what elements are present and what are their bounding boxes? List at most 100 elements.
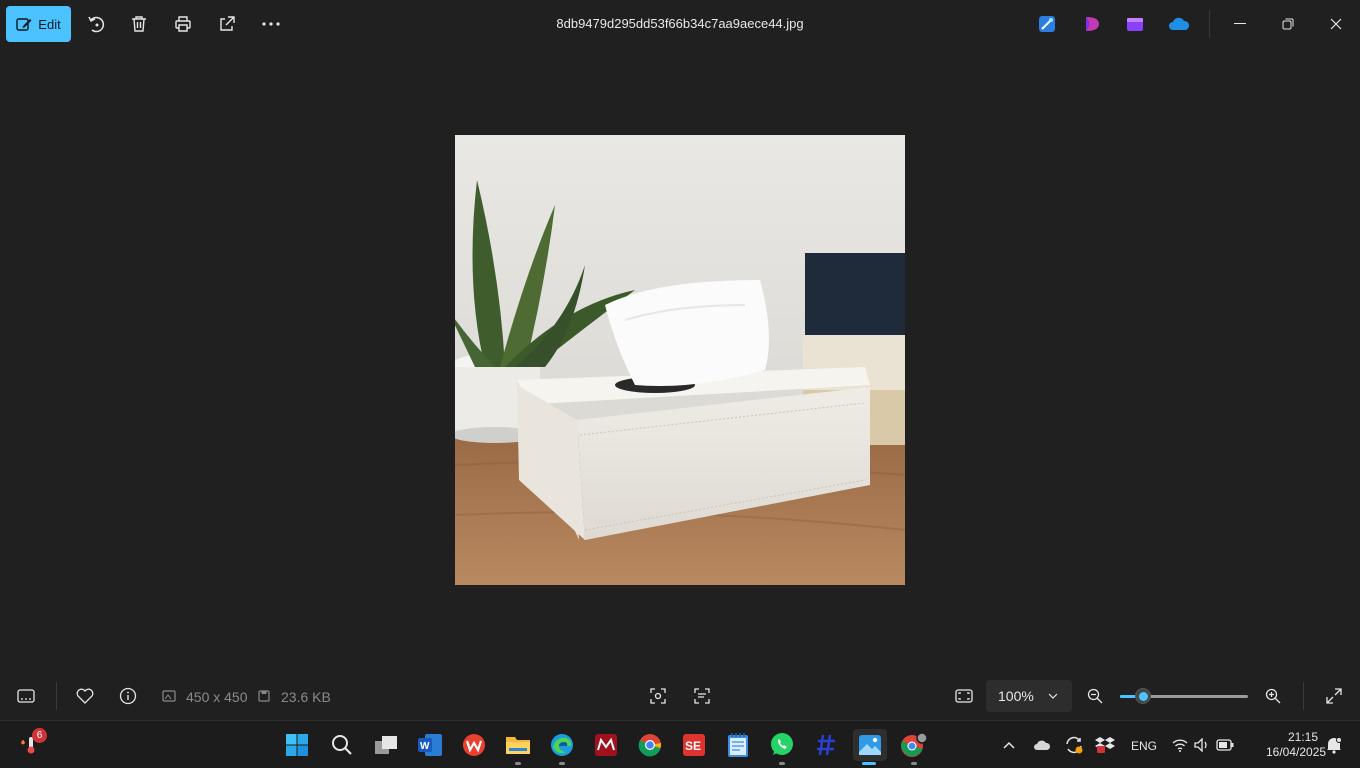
mendeley-app[interactable] [590, 729, 622, 761]
input-language[interactable]: ENG [1131, 739, 1157, 753]
restore-button[interactable] [1276, 12, 1300, 36]
tissue-box-photo [455, 135, 905, 585]
file-explorer-icon [506, 737, 530, 754]
chevron-down-icon [1048, 693, 1058, 699]
show-hidden-icons-button[interactable] [997, 729, 1021, 761]
zoom-out-button[interactable] [1083, 684, 1107, 708]
hash-app[interactable] [810, 729, 842, 761]
photos-icon [859, 735, 881, 755]
designer-icon [1039, 16, 1055, 32]
clipchamp-icon [1086, 17, 1099, 31]
fullscreen-button[interactable] [1322, 684, 1346, 708]
zoom-slider[interactable] [1120, 688, 1248, 704]
notepad-app[interactable] [722, 729, 754, 761]
save-size-icon [258, 690, 270, 702]
edit-label: Edit [38, 16, 61, 32]
edge-icon [551, 734, 573, 756]
quick-settings-button[interactable] [1172, 729, 1236, 761]
clock-time: 21:15 [1287, 730, 1318, 744]
zoom-in-icon [1265, 688, 1281, 704]
edge-app[interactable] [546, 729, 578, 765]
file-info-button[interactable] [116, 684, 140, 708]
zoom-dropdown[interactable]: 100% [986, 680, 1072, 712]
cloud-icon [1034, 740, 1051, 750]
status-bar: 450 x 450 23.6 KB 100% [0, 672, 1360, 720]
weather-badge: 6 [32, 728, 47, 743]
wps-icon [463, 734, 485, 756]
whatsapp-icon [771, 733, 793, 755]
file-explorer-app[interactable] [502, 729, 534, 765]
toolbar-divider [1209, 10, 1210, 38]
rotate-icon [88, 16, 105, 33]
search-icon [332, 735, 352, 755]
close-button[interactable] [1324, 12, 1348, 36]
minimize-icon [1234, 23, 1246, 24]
wifi-icon [1172, 739, 1188, 752]
chrome-profile-icon [901, 732, 928, 757]
clipchamp-video-button[interactable] [1123, 12, 1147, 36]
notifications-button[interactable] [1322, 729, 1346, 761]
zoom-value: 100% [998, 688, 1034, 704]
active-indicator [862, 762, 876, 765]
minimize-button[interactable] [1228, 12, 1252, 36]
running-indicator [911, 762, 917, 765]
volume-icon [1194, 738, 1207, 752]
word-app[interactable]: W [414, 729, 446, 761]
onedrive-icon [1169, 17, 1190, 30]
running-indicator [515, 762, 521, 765]
clock[interactable]: 21:15 16/04/2025 [1266, 730, 1326, 760]
zoom-slider-thumb[interactable] [1135, 688, 1151, 704]
more-options-button[interactable] [259, 12, 283, 36]
mendeley-icon [595, 734, 617, 756]
scan-text-button[interactable] [690, 684, 714, 708]
file-title: 8db9479d295dd53f66b34c7aa9aece44.jpg [556, 16, 804, 31]
onedrive-tray[interactable] [1030, 729, 1054, 761]
svg-text:W: W [420, 741, 430, 752]
filmstrip-icon [17, 689, 35, 703]
task-view-button[interactable] [370, 729, 402, 761]
slides-app[interactable]: SE [678, 729, 710, 761]
share-button[interactable] [215, 12, 239, 36]
clipchamp-button[interactable] [1080, 12, 1104, 36]
notepad-icon [728, 733, 748, 757]
designer-button[interactable] [1035, 12, 1059, 36]
search-button[interactable] [326, 729, 358, 761]
dropbox-tray[interactable] [1093, 729, 1117, 761]
edit-button[interactable]: Edit [6, 6, 71, 42]
battery-icon [1216, 739, 1234, 751]
filmstrip-button[interactable] [14, 684, 38, 708]
photos-app[interactable] [853, 729, 887, 765]
status-divider-right [1303, 682, 1304, 710]
photo-canvas[interactable] [455, 135, 905, 585]
print-button[interactable] [171, 12, 195, 36]
slides-icon: SE [683, 734, 705, 756]
edit-icon [16, 18, 32, 31]
title-bar: Edit 8db9479d295dd53f66b34c7aa9aece44.jp… [0, 0, 1360, 48]
start-button[interactable] [281, 729, 313, 761]
resolution-icon [162, 690, 176, 702]
onedrive-button[interactable] [1167, 12, 1191, 36]
fit-window-icon [955, 689, 973, 703]
fit-to-window-button[interactable] [952, 684, 976, 708]
sync-icon [1066, 736, 1083, 754]
visual-search-button[interactable] [646, 684, 670, 708]
sync-tray[interactable] [1062, 729, 1086, 761]
notification-bell-icon [1327, 737, 1342, 754]
chrome-profile-app[interactable] [898, 729, 930, 765]
info-icon [119, 687, 137, 705]
chrome-app[interactable] [634, 729, 666, 761]
word-icon: W [418, 734, 442, 756]
more-icon [262, 22, 280, 26]
rotate-button[interactable] [84, 12, 108, 36]
whatsapp-app[interactable] [766, 729, 798, 765]
favorite-button[interactable] [73, 684, 97, 708]
file-size: 23.6 KB [281, 689, 331, 705]
chrome-icon [638, 734, 662, 757]
scan-text-icon [694, 688, 710, 704]
chevron-up-icon [1003, 741, 1015, 749]
image-dimensions: 450 x 450 [186, 689, 248, 705]
delete-button[interactable] [127, 12, 151, 36]
wps-app[interactable] [458, 729, 490, 761]
dropbox-icon [1095, 737, 1115, 753]
zoom-in-button[interactable] [1261, 684, 1285, 708]
